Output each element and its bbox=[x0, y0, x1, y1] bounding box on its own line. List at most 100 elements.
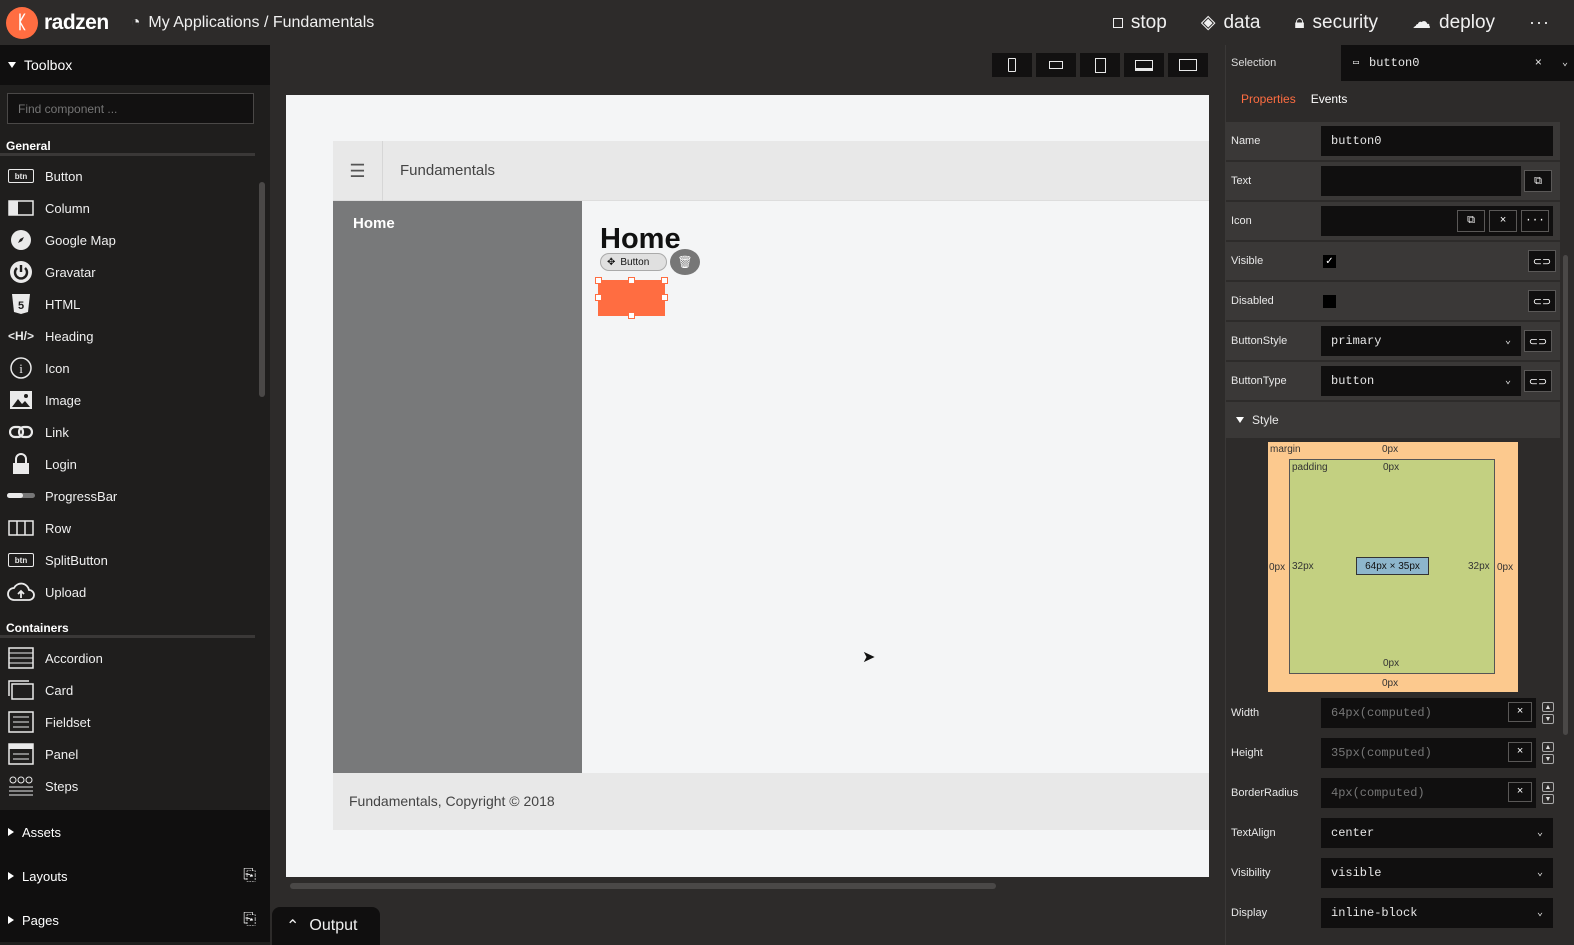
margin-top-value[interactable]: 0px bbox=[1382, 444, 1398, 455]
selected-component-pill[interactable]: ✥ Button bbox=[600, 253, 667, 271]
height-input[interactable]: 35px(computed) × bbox=[1321, 738, 1536, 768]
toolbox-item-splitbutton[interactable]: btn SplitButton bbox=[0, 544, 270, 576]
desktop-button[interactable] bbox=[1167, 52, 1209, 78]
toolbox-item-heading[interactable]: <H/> Heading bbox=[0, 320, 270, 352]
laptop-button[interactable] bbox=[1123, 52, 1165, 78]
stop-button[interactable]: stop bbox=[1112, 12, 1167, 34]
stepper-up-icon[interactable]: ▲ bbox=[1542, 702, 1554, 712]
visible-checkbox[interactable]: ✓ bbox=[1323, 254, 1336, 268]
stepper-up-icon[interactable]: ▲ bbox=[1542, 742, 1554, 752]
stepper-up-icon[interactable]: ▲ bbox=[1542, 782, 1554, 792]
new-page-icon[interactable]: ⎘ bbox=[243, 911, 256, 929]
new-layout-icon[interactable]: ⎘ bbox=[243, 867, 256, 885]
app-header[interactable]: ☰ Fundamentals bbox=[333, 141, 1209, 201]
margin-right-value[interactable]: 0px bbox=[1497, 562, 1513, 573]
toolbox-item-button[interactable]: btn Button bbox=[0, 160, 270, 192]
radzen-logo[interactable]: ᛕ radzen bbox=[6, 6, 109, 39]
find-component-input[interactable] bbox=[7, 93, 254, 124]
selected-button0[interactable] bbox=[595, 277, 668, 319]
borderradius-input[interactable]: 4px(computed) × bbox=[1321, 778, 1536, 808]
disabled-checkbox[interactable] bbox=[1323, 294, 1336, 308]
clear-selection-icon[interactable]: × bbox=[1535, 56, 1542, 70]
padding-top-value[interactable]: 0px bbox=[1383, 462, 1399, 473]
bind-disabled-button[interactable]: ⊂⊃ bbox=[1528, 290, 1556, 312]
clear-width-button[interactable]: × bbox=[1508, 702, 1532, 722]
more-menu-button[interactable]: ··· bbox=[1529, 12, 1550, 33]
home-heading[interactable]: Home bbox=[600, 223, 681, 256]
output-panel-toggle[interactable]: ⌃ Output bbox=[272, 907, 380, 945]
display-select[interactable]: inline-block ⌄ bbox=[1321, 898, 1553, 928]
app-body[interactable]: Home ✥ Button 🗑︎ bbox=[582, 201, 1209, 773]
section-layouts[interactable]: Layouts ⎘ bbox=[0, 854, 270, 898]
icon-clear-button[interactable]: × bbox=[1489, 210, 1517, 232]
page-preview[interactable]: ☰ Fundamentals Home Home ✥ Button 🗑︎ Fund… bbox=[286, 95, 1209, 877]
name-input[interactable]: button0 bbox=[1321, 126, 1553, 156]
toolbox-item-link[interactable]: Link bbox=[0, 416, 270, 448]
breadcrumb[interactable]: ◔ My Applications / Fundamentals bbox=[131, 14, 375, 32]
selection-dropdown[interactable]: ▭ button0 × ⌄ bbox=[1341, 45, 1574, 81]
stepper-down-icon[interactable]: ▼ bbox=[1542, 794, 1554, 804]
sidebar-home-link[interactable]: Home bbox=[353, 215, 395, 232]
clear-radius-button[interactable]: × bbox=[1508, 782, 1532, 802]
toolbox-item-column[interactable]: Column bbox=[0, 192, 270, 224]
toolbox-header[interactable]: Toolbox bbox=[0, 45, 270, 85]
toolbox-item-card[interactable]: Card bbox=[0, 674, 270, 706]
chevron-down-icon[interactable]: ⌄ bbox=[1562, 57, 1568, 69]
toolbox-item-icon[interactable]: i Icon bbox=[0, 352, 270, 384]
move-icon[interactable]: ✥ bbox=[607, 257, 615, 268]
margin-left-value[interactable]: 0px bbox=[1269, 562, 1285, 573]
width-input[interactable]: 64px(computed) × bbox=[1321, 698, 1536, 728]
resize-handle[interactable] bbox=[661, 277, 668, 284]
app-sidebar[interactable]: Home bbox=[333, 201, 582, 773]
toolbox-scrollbar[interactable] bbox=[259, 182, 265, 397]
resize-handle[interactable] bbox=[661, 294, 668, 301]
hamburger-icon[interactable]: ☰ bbox=[333, 141, 383, 201]
deploy-button[interactable]: ☁ deploy bbox=[1412, 11, 1495, 34]
width-stepper[interactable]: ▲ ▼ bbox=[1542, 702, 1554, 724]
buttonstyle-select[interactable]: primary ⌄ bbox=[1321, 326, 1521, 356]
clear-height-button[interactable]: × bbox=[1508, 742, 1532, 762]
delete-component-button[interactable]: 🗑︎ bbox=[670, 249, 700, 275]
toolbox-item-accordion[interactable]: Accordion bbox=[0, 642, 270, 674]
toolbox-item-gravatar[interactable]: Gravatar bbox=[0, 256, 270, 288]
toolbox-item-login[interactable]: Login bbox=[0, 448, 270, 480]
resize-handle[interactable] bbox=[595, 277, 602, 284]
tab-events[interactable]: Events bbox=[1311, 92, 1348, 106]
bind-buttontype-button[interactable]: ⊂⊃ bbox=[1524, 370, 1552, 392]
height-stepper[interactable]: ▲ ▼ bbox=[1542, 742, 1554, 764]
icon-edit-button[interactable]: ⧉ bbox=[1457, 210, 1485, 232]
toolbox-item-steps[interactable]: Steps bbox=[0, 770, 270, 802]
edit-expression-button[interactable]: ⧉ bbox=[1524, 170, 1552, 192]
style-section-header[interactable]: Style bbox=[1226, 402, 1560, 438]
toolbox-item-image[interactable]: Image bbox=[0, 384, 270, 416]
toolbox-item-progressbar[interactable]: ProgressBar bbox=[0, 480, 270, 512]
stepper-down-icon[interactable]: ▼ bbox=[1542, 714, 1554, 724]
section-assets[interactable]: Assets bbox=[0, 810, 270, 854]
resize-handle[interactable] bbox=[628, 312, 635, 319]
toolbox-item-html[interactable]: 5 HTML bbox=[0, 288, 270, 320]
text-input[interactable] bbox=[1321, 166, 1521, 196]
inspector-scrollbar[interactable] bbox=[1563, 255, 1568, 735]
bind-visible-button[interactable]: ⊂⊃ bbox=[1528, 250, 1556, 272]
toolbox-item-panel[interactable]: Panel bbox=[0, 738, 270, 770]
bind-buttonstyle-button[interactable]: ⊂⊃ bbox=[1524, 330, 1552, 352]
textalign-select[interactable]: center ⌄ bbox=[1321, 818, 1553, 848]
toolbox-item-upload[interactable]: Upload bbox=[0, 576, 270, 608]
radius-stepper[interactable]: ▲ ▼ bbox=[1542, 782, 1554, 804]
visibility-select[interactable]: visible ⌄ bbox=[1321, 858, 1553, 888]
padding-left-value[interactable]: 32px bbox=[1292, 561, 1314, 572]
tablet-button[interactable] bbox=[1079, 52, 1121, 78]
resize-handle[interactable] bbox=[595, 294, 602, 301]
padding-right-value[interactable]: 32px bbox=[1468, 561, 1490, 572]
stepper-down-icon[interactable]: ▼ bbox=[1542, 754, 1554, 764]
toolbox-item-google-map[interactable]: Google Map bbox=[0, 224, 270, 256]
icon-input[interactable]: ⧉ × ··· bbox=[1321, 206, 1553, 236]
phone-portrait-button[interactable] bbox=[991, 52, 1033, 78]
section-pages[interactable]: Pages ⎘ bbox=[0, 898, 270, 942]
padding-bottom-value[interactable]: 0px bbox=[1383, 658, 1399, 669]
data-button[interactable]: ◈ data bbox=[1201, 11, 1261, 34]
canvas-horizontal-scrollbar[interactable] bbox=[290, 883, 996, 889]
resize-handle[interactable] bbox=[628, 277, 635, 284]
buttontype-select[interactable]: button ⌄ bbox=[1321, 366, 1521, 396]
tab-properties[interactable]: Properties bbox=[1241, 92, 1296, 106]
